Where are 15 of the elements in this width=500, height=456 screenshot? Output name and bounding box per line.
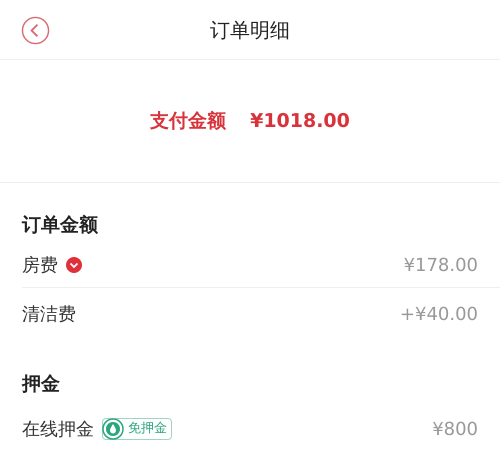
payment-label: 支付金额 bbox=[150, 108, 226, 134]
row-amount: ¥800 bbox=[432, 418, 478, 442]
row-label: 清洁费 bbox=[22, 303, 76, 327]
row-amount: ¥178.00 bbox=[404, 254, 478, 278]
drop-icon bbox=[102, 418, 124, 440]
row-label: 在线押金 bbox=[22, 418, 94, 442]
section-title: 订单金额 bbox=[22, 214, 98, 236]
row-label: 房费 bbox=[22, 254, 58, 278]
payment-amount: ¥1018.00 bbox=[250, 108, 350, 134]
back-icon[interactable] bbox=[21, 16, 50, 45]
row-amount: +¥40.00 bbox=[400, 303, 478, 327]
deposit-free-tag: 免押金 bbox=[102, 418, 172, 440]
section-title: 押金 bbox=[22, 372, 60, 394]
page-title: 订单明细 bbox=[210, 16, 290, 44]
expand-icon[interactable] bbox=[66, 257, 82, 273]
